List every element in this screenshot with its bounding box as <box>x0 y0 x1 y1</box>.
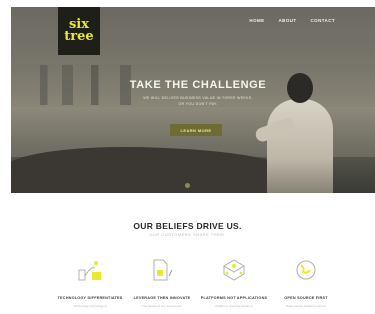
logo-line-2: tree <box>64 29 94 44</box>
feature-platforms: PLATFORMS NOT APPLICATIONS Platforms spa… <box>194 256 274 308</box>
hero-subtitle: WE WILL DELIVER BUSINESS VALUE IN THREE … <box>134 96 262 107</box>
document-icon <box>147 256 177 284</box>
feature-title: PLATFORMS NOT APPLICATIONS <box>200 296 268 300</box>
technology-icon <box>75 256 105 284</box>
feature-title: TECHNOLOGY DIFFERENTIATES <box>57 296 123 300</box>
feature-leverage: LEVERAGE THEN INNOVATE The fastest of an… <box>122 256 202 308</box>
feature-desc: Open source platforms across <box>285 304 327 308</box>
learn-more-button[interactable]: LEARN MORE <box>170 124 222 136</box>
feature-desc: The fastest of any and all over <box>141 304 183 308</box>
features-row: TECHNOLOGY DIFFERENTIATES Technology tec… <box>0 256 375 314</box>
feature-desc: Platforms span the divide to <box>215 304 253 308</box>
hero-title: TAKE THE CHALLENGE <box>129 79 267 91</box>
hero-subtitle-line-2: OR YOU DON'T PAY. <box>178 101 218 106</box>
platform-icon <box>219 256 249 284</box>
hero-subtitle-line-1: WE WILL DELIVER BUSINESS VALUE IN THREE … <box>143 96 253 100</box>
feature-title: LEVERAGE THEN INNOVATE <box>133 296 191 300</box>
nav-about[interactable]: ABOUT <box>279 18 297 23</box>
section-subtitle: OUR CUSTOMERS SHARE THEM. <box>149 232 226 237</box>
logo[interactable]: six tree <box>58 7 100 55</box>
scroll-indicator[interactable] <box>185 183 190 188</box>
nav-home[interactable]: HOME <box>249 18 264 23</box>
feature-open-source: OPEN SOURCE FIRST Open source platforms … <box>266 256 346 308</box>
main-nav: HOME ABOUT CONTACT <box>249 18 335 23</box>
globe-icon <box>291 256 321 284</box>
feature-technology: TECHNOLOGY DIFFERENTIATES Technology tec… <box>50 256 130 308</box>
sitting-person <box>249 73 349 193</box>
nav-contact[interactable]: CONTACT <box>311 18 335 23</box>
feature-desc: Technology technology is <box>73 304 107 308</box>
section-title: OUR BELIEFS DRIVE US. <box>133 221 242 231</box>
feature-title: OPEN SOURCE FIRST <box>284 296 328 300</box>
